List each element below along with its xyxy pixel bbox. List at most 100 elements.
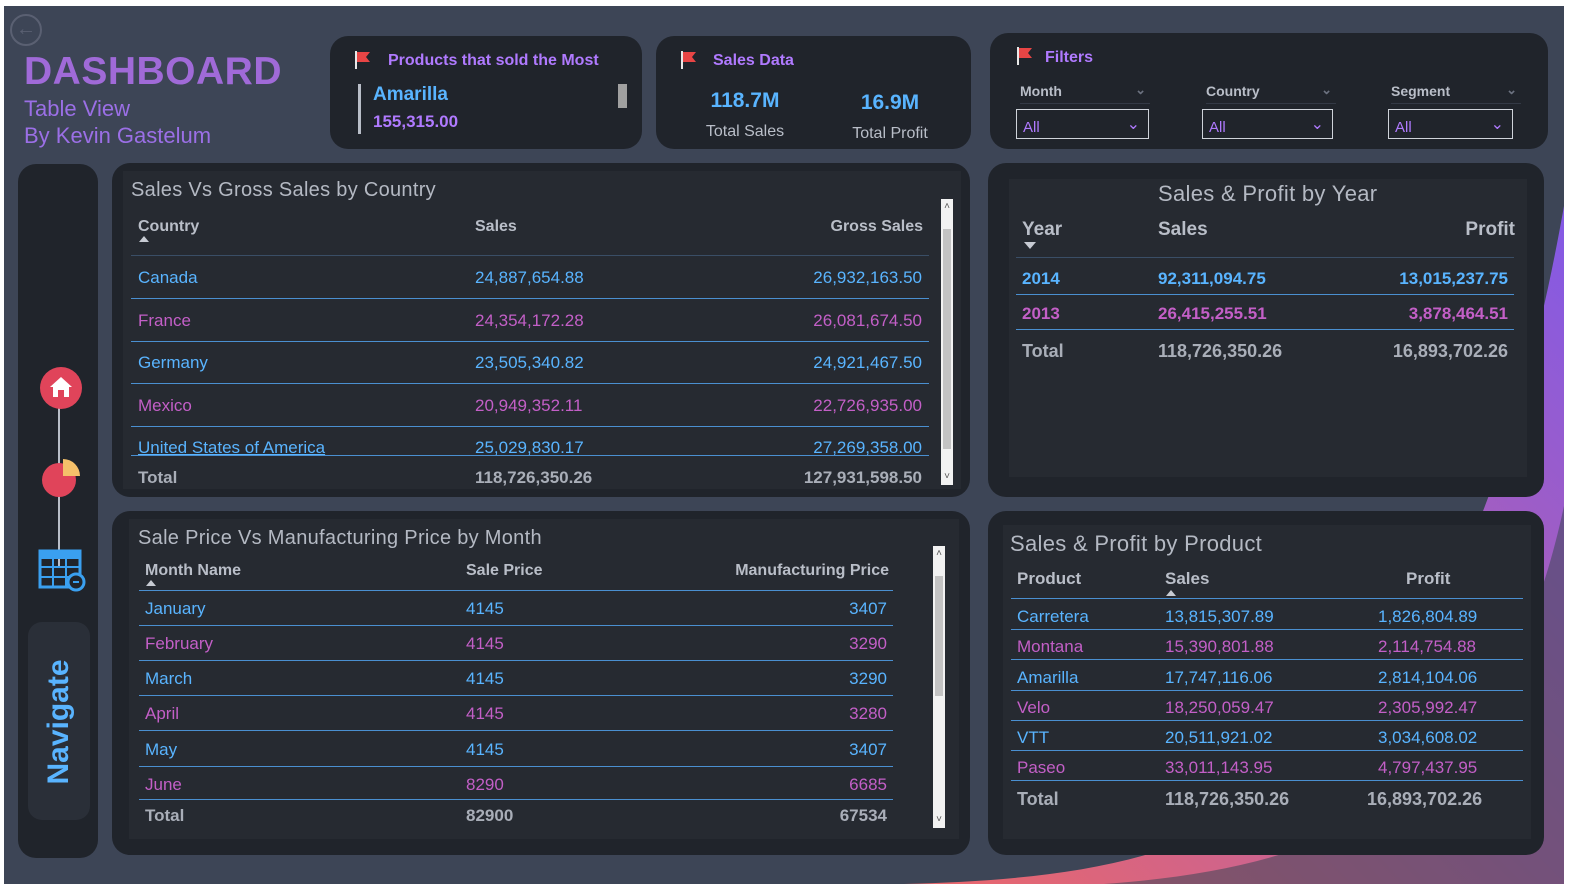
card-scrollbar[interactable] [618, 84, 627, 108]
filters-title: Filters [1045, 49, 1094, 66]
table-row[interactable]: April 4145 3280 [139, 704, 893, 731]
chevron-down-icon: ⌄ [1490, 116, 1504, 133]
country-table-scrollbar[interactable]: ˄ ˅ [941, 199, 953, 485]
year-table-title: Sales & Profit by Year [1158, 181, 1378, 206]
col-header-sale-price[interactable]: Sale Price [466, 562, 543, 580]
header-divider [1011, 598, 1523, 599]
flag-icon [1017, 47, 1032, 65]
sort-ascending-icon [139, 236, 149, 242]
navigation-panel: Navigate [18, 164, 98, 858]
sort-ascending-icon [146, 580, 156, 586]
col-header-month-name[interactable]: Month Name [145, 562, 241, 580]
year-table-area: Sales & Profit by Year Year Sales Profit… [1009, 179, 1527, 477]
table-row[interactable]: Mexico 20,949,352.11 22,726,935.00 [131, 396, 929, 427]
table-total-row: Total 118,726,350.26 127,931,598.50 [138, 468, 922, 487]
page-title: DASHBOARD [24, 50, 282, 93]
header-divider [131, 255, 929, 256]
scroll-thumb[interactable] [935, 576, 943, 696]
flag-icon [681, 51, 696, 69]
chevron-down-icon: ⌄ [1506, 82, 1517, 97]
table-row[interactable]: Germany 23,505,340.82 24,921,467.50 [131, 353, 929, 384]
product-table-title: Sales & Profit by Product [1010, 531, 1263, 556]
table-row[interactable]: United States of America 25,029,830.17 2… [131, 438, 929, 456]
filters-card: Filters Month ⌄ All ⌄ Country ⌄ All ⌄ Segmen… [990, 33, 1548, 149]
filter-country-label: Country ⌄ [1206, 82, 1336, 104]
top-product-value: 155,315.00 [373, 112, 459, 131]
month-table-area: Sale Price Vs Manufacturing Price by Mon… [129, 519, 959, 839]
product-table-area: Sales & Profit by Product Product Sales … [1003, 525, 1531, 839]
month-filter-select[interactable]: All ⌄ [1016, 109, 1149, 139]
col-header-sales[interactable]: Sales [1158, 219, 1208, 241]
year-table-panel: Sales & Profit by Year Year Sales Profit… [988, 163, 1544, 497]
chevron-down-icon: ⌄ [1126, 116, 1140, 133]
chevron-down-icon[interactable]: ˅ [941, 472, 953, 482]
col-header-sales[interactable]: Sales [1165, 569, 1209, 589]
table-row[interactable]: Montana 15,390,801.88 2,114,754.88 [1011, 637, 1523, 660]
total-profit-label: Total Profit [852, 125, 928, 142]
col-header-sales[interactable]: Sales [475, 218, 517, 236]
table-row[interactable]: VTT 20,511,921.02 3,034,608.02 [1011, 728, 1523, 751]
header-divider [1016, 257, 1514, 258]
sales-data-card: Sales Data 118.7M Total Sales 16.9M Tota… [656, 36, 971, 149]
scroll-thumb[interactable] [943, 229, 951, 449]
pie-chart-icon[interactable] [41, 456, 83, 498]
table-total-row: Total 82900 67534 [145, 806, 887, 825]
sort-descending-icon [1024, 242, 1036, 249]
table-row[interactable]: June 8290 6685 [139, 775, 893, 800]
table-row[interactable]: March 4145 3290 [139, 669, 893, 696]
country-table-title: Sales Vs Gross Sales by Country [131, 179, 436, 201]
table-row[interactable]: Canada 24,887,654.88 26,932,163.50 [131, 268, 929, 299]
top-product-card: Products that sold the Most Amarilla 155… [330, 36, 642, 149]
country-table-panel: Sales Vs Gross Sales by Country Country … [112, 163, 970, 497]
chevron-down-icon: ⌄ [1321, 82, 1332, 97]
col-header-manufacturing-price[interactable]: Manufacturing Price [735, 562, 889, 580]
col-header-year[interactable]: Year [1022, 219, 1062, 241]
table-total-row: Total 118,726,350.26 16,893,702.26 [1022, 341, 1508, 361]
filter-segment-label: Segment ⌄ [1391, 82, 1521, 104]
navigate-button[interactable]: Navigate [28, 622, 90, 820]
table-row[interactable]: May 4145 3407 [139, 740, 893, 767]
table-row[interactable]: Amarilla 17,747,116.06 2,814,104.06 [1011, 668, 1523, 691]
page-subtitle: Table View [24, 96, 130, 121]
total-sales-label: Total Sales [705, 123, 785, 140]
arrow-left-circle-icon: ← [16, 18, 36, 40]
chevron-up-icon[interactable]: ˄ [941, 202, 953, 212]
col-header-country[interactable]: Country [138, 218, 199, 236]
table-icon[interactable] [38, 547, 86, 593]
top-product-title: Products that sold the Most [388, 52, 599, 69]
back-button[interactable]: ← [10, 14, 42, 46]
total-profit-value: 16.9M [860, 91, 920, 114]
segment-filter-select[interactable]: All ⌄ [1388, 109, 1513, 139]
table-row[interactable]: February 4145 3290 [139, 634, 893, 661]
product-table-panel: Sales & Profit by Product Product Sales … [988, 511, 1544, 855]
table-row[interactable]: Carretera 13,815,307.89 1,826,804.89 [1011, 607, 1523, 630]
table-row[interactable]: Paseo 33,011,143.95 4,797,437.95 [1011, 758, 1523, 781]
month-table-title: Sale Price Vs Manufacturing Price by Mon… [138, 527, 542, 549]
col-header-profit[interactable]: Profit [1406, 569, 1450, 589]
sort-ascending-icon [1166, 590, 1176, 596]
top-product-name: Amarilla [373, 84, 448, 105]
table-row[interactable]: 2014 92,311,094.75 13,015,237.75 [1016, 269, 1514, 295]
sales-data-title: Sales Data [713, 52, 794, 69]
table-total-row: Total 118,726,350.26 16,893,702.26 [1017, 789, 1483, 809]
chevron-up-icon[interactable]: ˄ [933, 549, 945, 559]
home-nav-button[interactable] [40, 367, 82, 409]
table-row[interactable]: January 4145 3407 [139, 599, 893, 626]
chevron-down-icon: ⌄ [1310, 116, 1324, 133]
filter-month-label: Month ⌄ [1020, 82, 1150, 104]
col-header-gross-sales[interactable]: Gross Sales [831, 218, 924, 236]
table-row[interactable]: France 24,354,172.28 26,081,674.50 [131, 311, 929, 342]
country-table-area: Sales Vs Gross Sales by Country Country … [123, 171, 961, 489]
col-header-product[interactable]: Product [1017, 569, 1081, 589]
chevron-down-icon[interactable]: ˅ [933, 815, 945, 825]
month-table-panel: Sale Price Vs Manufacturing Price by Mon… [112, 511, 970, 855]
country-filter-select[interactable]: All ⌄ [1202, 109, 1333, 139]
card-divider [358, 84, 361, 134]
col-header-profit[interactable]: Profit [1465, 219, 1515, 241]
table-row[interactable]: Velo 18,250,059.47 2,305,992.47 [1011, 698, 1523, 721]
chevron-down-icon: ⌄ [1135, 82, 1146, 97]
table-row[interactable]: 2013 26,415,255.51 3,878,464.51 [1016, 304, 1514, 330]
month-table-scrollbar[interactable]: ˄ ˅ [933, 546, 945, 828]
flag-icon [355, 51, 370, 69]
home-icon [50, 377, 72, 397]
